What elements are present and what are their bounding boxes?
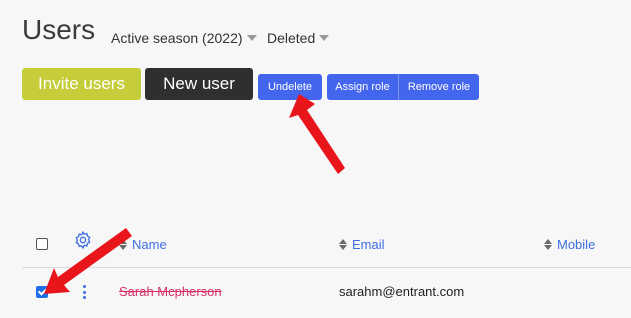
caret-down-icon	[319, 35, 330, 41]
column-header-mobile[interactable]: Mobile	[544, 237, 595, 252]
table-header-divider	[22, 267, 631, 268]
column-header-email-label: Email	[352, 237, 385, 252]
new-user-button[interactable]: New user	[145, 68, 253, 100]
user-name-link[interactable]: Sarah Mcpherson	[119, 284, 222, 299]
status-filter-label: Deleted	[267, 30, 316, 46]
column-header-name-label: Name	[132, 237, 167, 252]
status-filter-dropdown[interactable]: Deleted	[267, 30, 330, 46]
sort-arrows-icon	[544, 239, 552, 250]
column-header-email[interactable]: Email	[339, 237, 385, 252]
select-all-checkbox[interactable]	[36, 238, 48, 250]
caret-down-icon	[246, 35, 257, 41]
row-select-checkbox[interactable]	[36, 286, 48, 298]
gear-icon[interactable]	[73, 230, 93, 250]
invite-users-button[interactable]: Invite users	[22, 68, 141, 100]
role-button-group: Assign role Remove role	[327, 74, 479, 100]
page-title: Users	[22, 14, 96, 45]
season-filter-label: Active season (2022)	[111, 30, 243, 46]
season-filter-dropdown[interactable]: Active season (2022)	[111, 30, 257, 46]
kebab-menu-icon[interactable]	[82, 285, 86, 299]
column-header-mobile-label: Mobile	[557, 237, 596, 252]
sort-arrows-icon	[119, 239, 127, 250]
sort-arrows-icon	[339, 239, 347, 250]
annotation-arrow-undelete	[289, 94, 345, 174]
remove-role-button[interactable]: Remove role	[399, 74, 479, 100]
column-header-name[interactable]: Name	[119, 237, 167, 252]
undelete-button[interactable]: Undelete	[258, 74, 322, 100]
user-email: sarahm@entrant.com	[339, 284, 465, 299]
assign-role-button[interactable]: Assign role	[327, 74, 399, 100]
